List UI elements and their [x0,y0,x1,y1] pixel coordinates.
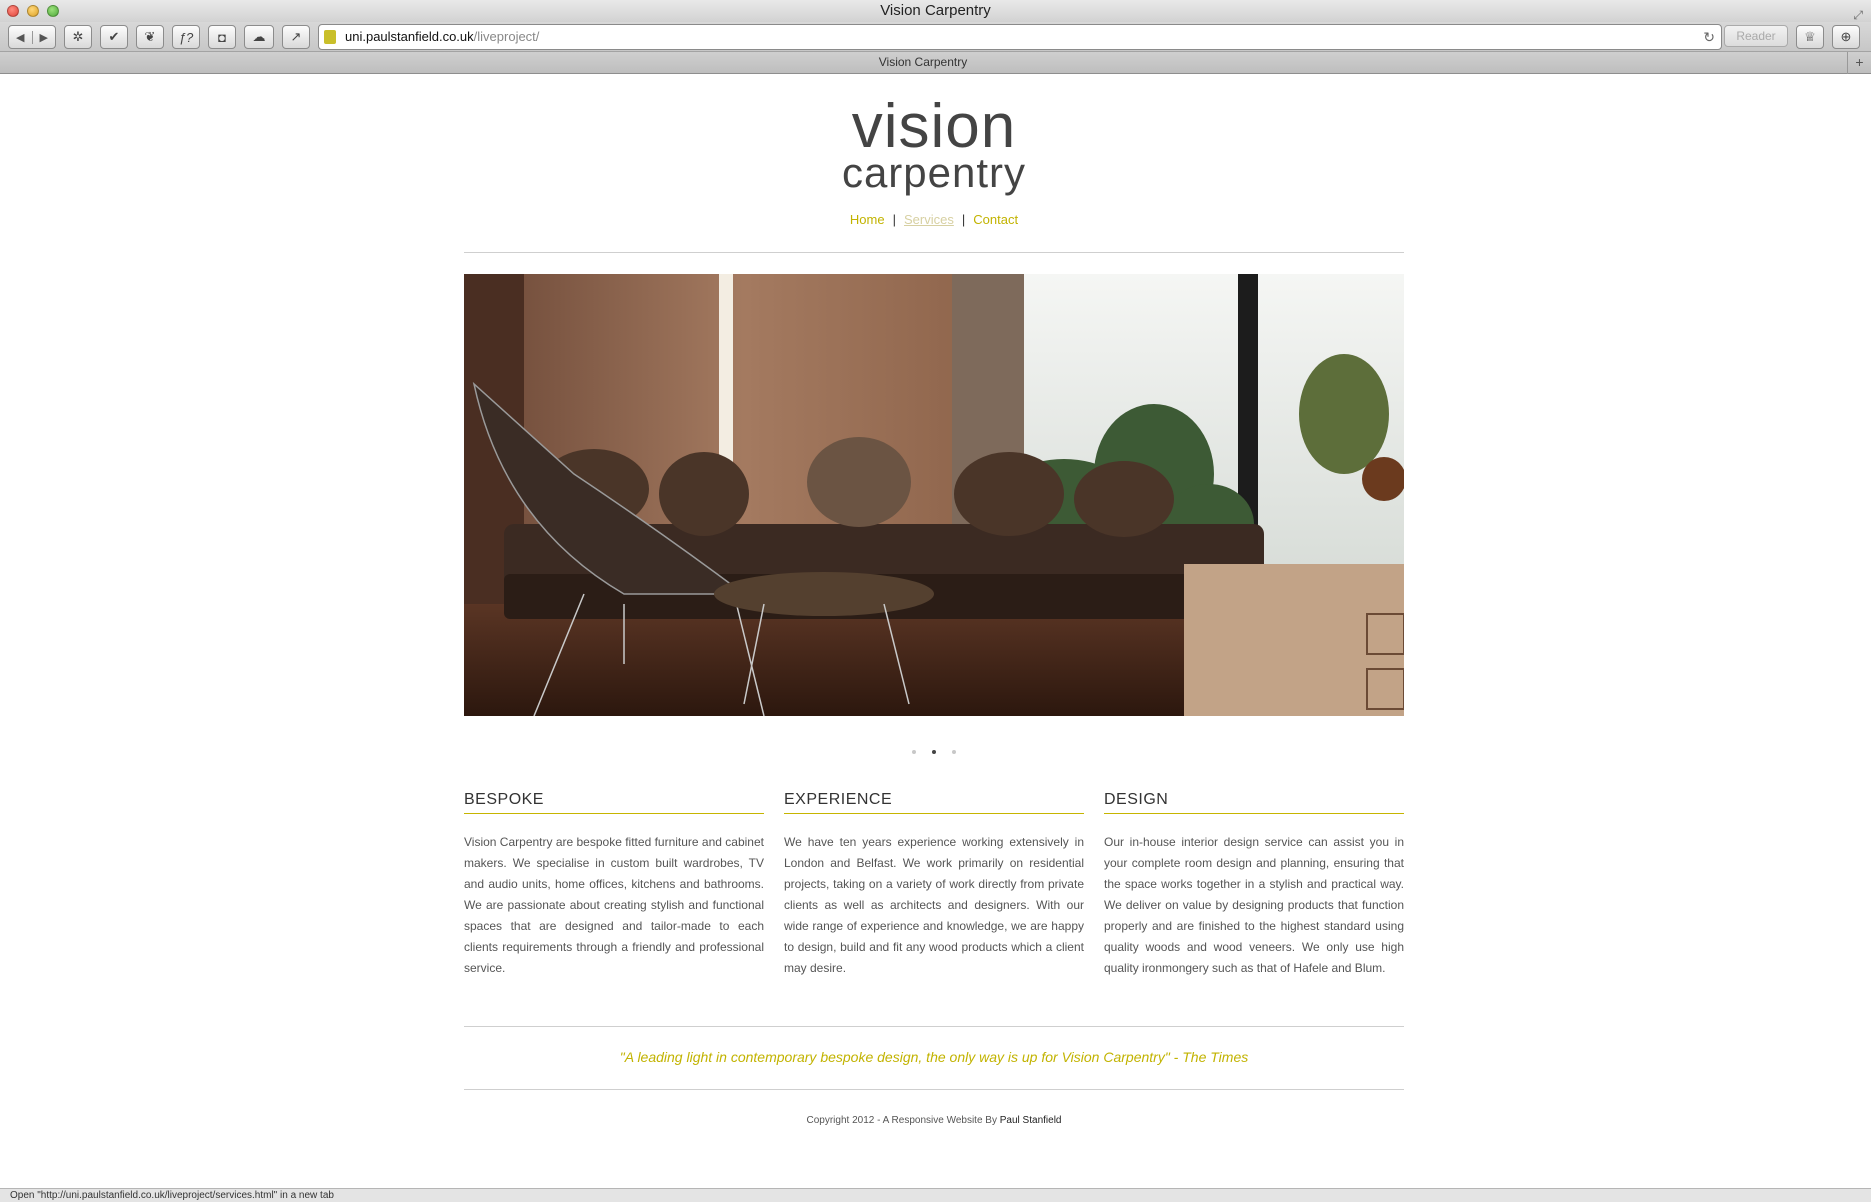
pocket-icon[interactable]: ◘ [208,25,236,49]
download-icon[interactable]: ⊕ [1832,25,1860,49]
column-body: Our in-house interior design service can… [1104,835,1404,975]
back-forward-control: ◀ ▶ [8,25,56,49]
slider-dot-2[interactable] [932,750,936,754]
column-experience: EXPERIENCE We have ten years experience … [784,791,1084,979]
slider-dot-1[interactable] [912,750,916,754]
status-bar: Open "http://uni.paulstanfield.co.uk/liv… [0,1188,1871,1202]
url-path: /liveproject/ [473,29,540,44]
header-divider [464,252,1404,253]
address-bar[interactable]: uni.paulstanfield.co.uk/liveproject/ ↻ [318,24,1722,50]
nav-services[interactable]: Services [904,212,954,227]
close-window-button[interactable] [7,5,19,17]
share-icon[interactable]: ↗ [282,25,310,49]
nav-separator: | [961,212,966,227]
main-nav: Home | Services | Contact [464,212,1404,227]
column-design: DESIGN Our in-house interior design serv… [1104,791,1404,979]
bookmarks-icon[interactable]: ♕ [1796,25,1824,49]
reader-button[interactable]: Reader [1724,25,1788,47]
site-favicon-icon [324,30,336,44]
validator-icon[interactable]: ✔ [100,25,128,49]
hero-slide-image [464,274,1404,716]
slider-pagination [464,741,1404,759]
cloud-icon[interactable]: ☁ [244,25,274,49]
column-heading: BESPOKE [464,791,764,814]
reload-icon[interactable]: ↻ [1703,25,1715,49]
logo-line-2: carpentry [841,149,1027,196]
bug-icon[interactable]: ✲ [64,25,92,49]
minimize-window-button[interactable] [27,5,39,17]
window-titlebar: Vision Carpentry ⤢ [0,0,1871,22]
window-title: Vision Carpentry [880,2,991,19]
quote-bottom-divider [464,1089,1404,1090]
copyright-text: Copyright 2012 - A Responsive Website By [806,1115,1000,1126]
back-icon[interactable]: ◀ [9,31,32,44]
slider-dot-3[interactable] [952,750,956,754]
leaf-icon[interactable]: ❦ [136,25,164,49]
logo-line-1: vision [851,92,1017,161]
column-body: Vision Carpentry are bespoke fitted furn… [464,835,764,975]
page-viewport: vision carpentry Home | Services | Contact [0,75,1871,1188]
forward-icon[interactable]: ▶ [31,30,56,44]
author-link[interactable]: Paul Stanfield [1000,1115,1062,1126]
function-icon[interactable]: ƒ? [172,25,200,49]
new-tab-icon[interactable]: + [1847,52,1871,74]
column-heading: DESIGN [1104,791,1404,814]
site-logo[interactable]: vision carpentry [464,92,1404,196]
tab-strip: Vision Carpentry + [0,51,1871,74]
url-host: uni.paulstanfield.co.uk [345,29,474,44]
nav-separator: | [892,212,896,227]
column-bespoke: BESPOKE Vision Carpentry are bespoke fit… [464,791,764,979]
column-body: We have ten years experience working ext… [784,835,1084,975]
tab-active[interactable]: Vision Carpentry [0,55,1846,69]
nav-contact[interactable]: Contact [973,212,1018,227]
zoom-window-button[interactable] [47,5,59,17]
nav-home[interactable]: Home [850,212,885,227]
column-heading: EXPERIENCE [784,791,1084,814]
page-footer: Copyright 2012 - A Responsive Website By… [464,1115,1404,1126]
testimonial-quote: "A leading light in contemporary bespoke… [619,1049,1249,1065]
quote-top-divider [464,1026,1404,1027]
